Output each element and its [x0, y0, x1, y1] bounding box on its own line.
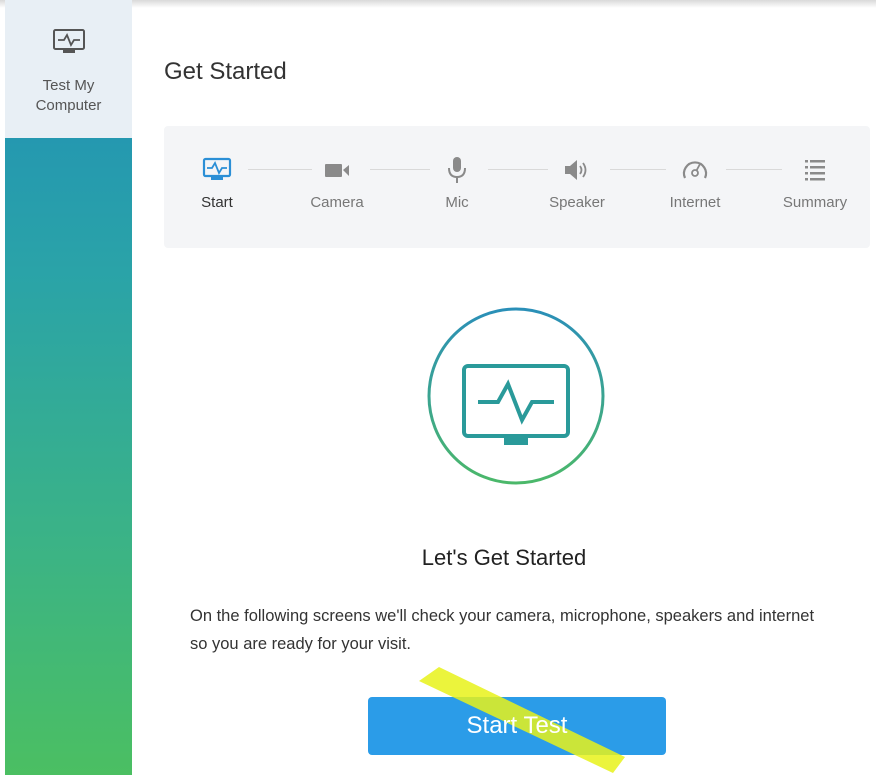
step-label: Speaker: [549, 194, 605, 211]
page-title: Get Started: [164, 58, 287, 85]
start-test-button-label: Start Test: [466, 712, 568, 739]
list-icon: [805, 160, 825, 181]
instructions-text: On the following screens we'll check you…: [190, 607, 815, 653]
sidebar-item-label: Test My Computer: [35, 77, 102, 114]
step-start[interactable]: Start: [172, 154, 262, 211]
microphone-icon: [448, 157, 466, 183]
step-camera[interactable]: Camera: [292, 154, 382, 211]
step-summary[interactable]: Summary: [770, 154, 860, 211]
section-heading: Let's Get Started: [421, 545, 587, 570]
step-label: Summary: [782, 194, 848, 211]
step-progress-bar: Start Camera Mic Speaker Internet Summar…: [164, 126, 870, 248]
monitor-pulse-icon: [427, 307, 605, 485]
step-label: Mic: [445, 194, 469, 211]
sidebar-item-test-my-computer[interactable]: Test My Computer: [5, 0, 132, 138]
step-label: Start: [201, 194, 233, 211]
page: Test My Computer Get Started Start Camer…: [0, 0, 876, 775]
speaker-icon: [565, 160, 587, 180]
step-internet[interactable]: Internet: [650, 154, 740, 211]
main-content: Get Started Start Camera Mic Speaker Int…: [132, 0, 876, 775]
sidebar: Test My Computer: [5, 0, 132, 775]
camera-icon: [325, 164, 349, 177]
step-label: Camera: [310, 194, 364, 211]
speedometer-icon: [682, 161, 708, 179]
start-test-button[interactable]: Start Test: [368, 697, 666, 755]
step-speaker[interactable]: Speaker: [532, 154, 622, 211]
step-label: Internet: [669, 194, 721, 211]
monitor-pulse-icon: [202, 157, 232, 180]
monitor-pulse-icon: [52, 29, 85, 53]
step-mic[interactable]: Mic: [412, 154, 502, 211]
